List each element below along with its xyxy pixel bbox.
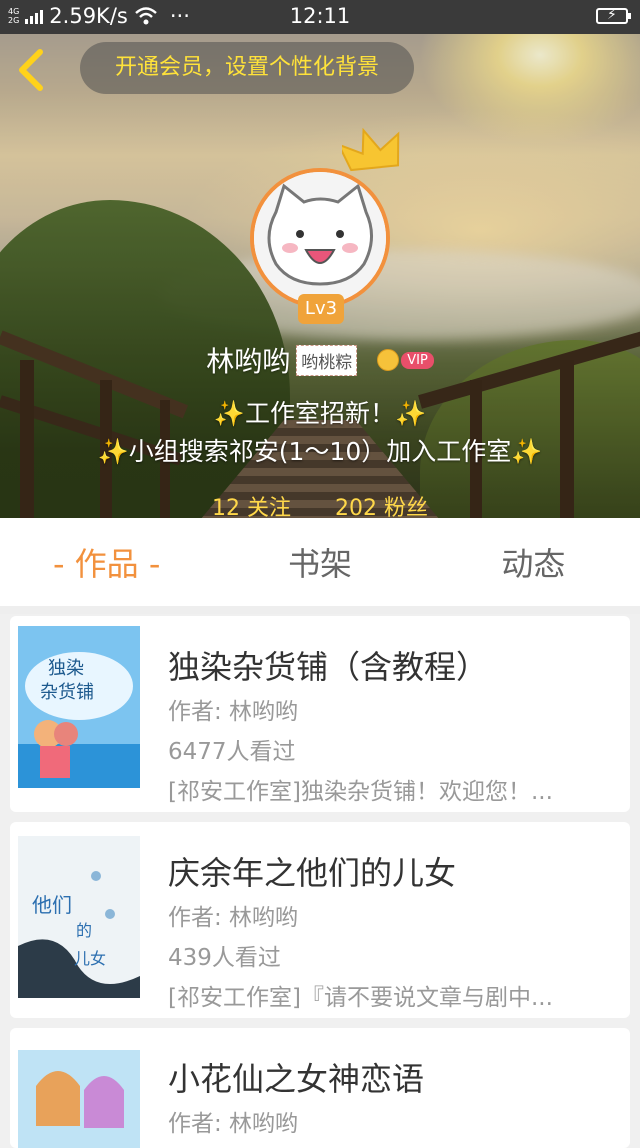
book-author: 作者: 林哟哟 (168, 699, 299, 725)
book-author: 作者: 林哟哟 (168, 905, 299, 931)
username: 林哟哟 (206, 345, 291, 378)
book-author: 作者: 林哟哟 (168, 1111, 299, 1137)
list-item[interactable]: 小花仙之女神恋语 作者: 林哟哟 (10, 1028, 630, 1148)
svg-text:独染: 独染 (48, 658, 84, 679)
battery-icon: ⚡ (596, 7, 631, 24)
avatar-cat-icon (254, 172, 386, 304)
svg-text:他们: 他们 (32, 893, 72, 917)
tab-bookshelf[interactable]: 书架 (213, 518, 426, 610)
book-title: 小花仙之女神恋语 (168, 1060, 425, 1098)
vip-icon (377, 349, 400, 371)
vip-background-promo-button[interactable]: 开通会员，设置个性化背景 (80, 42, 414, 94)
bio-line-1: ✨工作室招新！✨ (213, 399, 427, 428)
user-tag: 哟桃粽 (296, 344, 358, 376)
vip-badge[interactable]: VIP (377, 349, 434, 371)
svg-text:杂货铺: 杂货铺 (40, 682, 94, 703)
clock: 12:11 (289, 4, 351, 28)
back-button[interactable] (14, 48, 54, 92)
username-row: 林哟哟 哟桃粽 VIP (0, 340, 640, 380)
list-item[interactable]: 他们 的 儿女 庆余年之他们的儿女 作者: 林哟哟 439人看过 [祁安工作室]… (10, 822, 630, 1018)
book-title: 庆余年之他们的儿女 (168, 854, 457, 892)
book-views: 439人看过 (168, 945, 281, 971)
list-item[interactable]: 独染 杂货铺 独染杂货铺（含教程） 作者: 林哟哟 6477人看过 [祁安工作室… (10, 616, 630, 812)
svg-text:儿女: 儿女 (74, 949, 106, 968)
profile-tabs: - 作品 - 书架 动态 (0, 518, 640, 610)
bio-line-2: ✨小组搜索祁安(1～10）加入工作室✨ (97, 437, 543, 466)
book-cover-image (18, 1036, 140, 1148)
book-cover-image: 他们 的 儿女 (18, 836, 140, 998)
book-views: 6477人看过 (168, 739, 296, 765)
divider (0, 606, 640, 614)
tab-works[interactable]: - 作品 - (0, 518, 213, 610)
book-title: 独染杂货铺（含教程） (168, 648, 489, 686)
level-badge: Lv3 (298, 294, 344, 324)
avatar[interactable] (250, 168, 390, 308)
status-bar: 4G 2G 2.59K/s ··· 12:11 ⚡ (0, 0, 640, 34)
svg-text:的: 的 (76, 921, 92, 940)
chevron-left-icon (19, 49, 43, 91)
tab-activity[interactable]: 动态 (427, 518, 640, 610)
book-cover-image: 独染 杂货铺 (18, 626, 140, 788)
book-description: [祁安工作室]『请不要说文章与剧中... (168, 985, 553, 1011)
book-description: [祁安工作室]独染杂货铺！欢迎您！... (168, 779, 553, 805)
